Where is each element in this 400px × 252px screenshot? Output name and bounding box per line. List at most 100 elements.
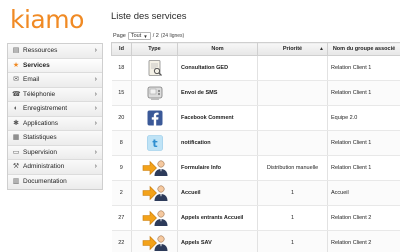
- cell-priority: 1: [257, 230, 328, 252]
- id-card-icon: ▤: [12, 47, 20, 54]
- cell-type: [131, 230, 178, 252]
- chevron-right-icon: ›: [94, 90, 97, 98]
- table-row[interactable]: 2 Accueil 1 Accueil: [111, 180, 400, 206]
- sidebar-item-documentation[interactable]: ▥ Documentation: [8, 174, 102, 189]
- cell-id: 15: [111, 80, 132, 106]
- sidebar-item-supervision[interactable]: ▭ Supervision ›: [8, 145, 102, 160]
- table-row[interactable]: 9 Formulaire Info Distribution manuelle Rel…: [111, 155, 400, 181]
- cell-priority: [257, 80, 328, 106]
- column-header-id[interactable]: Id: [111, 42, 132, 56]
- column-header-group[interactable]: Nom du groupe associé: [327, 42, 400, 56]
- cell-id: 8: [111, 130, 132, 156]
- cell-name[interactable]: Accueil: [177, 180, 258, 206]
- table-row[interactable]: 22 Appels SAV 1 Relation Client 2: [111, 230, 400, 252]
- document-icon: [146, 60, 164, 76]
- cell-group: Relation Client 1: [327, 130, 400, 156]
- cell-name[interactable]: Formulaire Info: [177, 155, 258, 181]
- cell-name[interactable]: notification: [177, 130, 258, 156]
- facebook-icon: [146, 110, 164, 126]
- svg-text:t: t: [152, 137, 157, 150]
- page-select-value: Tout: [130, 33, 142, 39]
- table-row[interactable]: 20 Facebook Comment Equipe 2.0: [111, 105, 400, 131]
- column-header-name[interactable]: Nom: [177, 42, 258, 56]
- tools-icon: ⚒: [12, 163, 20, 170]
- cell-type: t: [131, 130, 178, 156]
- cell-type: [131, 80, 178, 106]
- cell-id: 22: [111, 230, 132, 252]
- star-icon: ★: [12, 61, 20, 69]
- sidebar-nav: ▤ Ressources › ★ Services ✉ Email › ☎ Téléphonie ›…: [7, 43, 103, 190]
- chevron-right-icon: ›: [94, 105, 97, 112]
- chevron-right-icon: ›: [94, 119, 97, 127]
- pager: Page Tout ▼ / 2 (24 lignes): [113, 31, 184, 41]
- envelope-icon: ✉: [13, 76, 19, 83]
- monitor-icon: ▭: [12, 148, 20, 156]
- cell-priority: 1: [257, 180, 328, 206]
- cell-id: 20: [111, 105, 132, 131]
- chevron-right-icon: ›: [94, 76, 97, 83]
- page-total: / 2: [152, 33, 159, 39]
- sidebar-item-label: Enregistrement: [23, 105, 68, 112]
- cell-priority: [257, 55, 328, 81]
- sort-ascending-icon: ▲: [319, 46, 324, 52]
- table-row[interactable]: 27 Appels entrants Accueil 1 Relation Clien…: [111, 205, 400, 231]
- services-table: Id Type Nom Priorité ▲ Nom du groupe ass…: [111, 42, 400, 252]
- table-row[interactable]: 18 Consultation GED Relation Client 1: [111, 55, 400, 81]
- page-select[interactable]: Tout ▼: [127, 32, 151, 40]
- chevron-right-icon: ›: [94, 148, 97, 156]
- cell-name[interactable]: Facebook Comment: [177, 105, 258, 131]
- sidebar-item-label: Documentation: [23, 177, 67, 185]
- column-header-priority-label: Priorité: [282, 46, 303, 52]
- cell-name[interactable]: Envoi de SMS: [177, 80, 258, 106]
- gear-icon: ✱: [13, 119, 19, 127]
- cell-name[interactable]: Appels entrants Accueil: [177, 205, 258, 231]
- cell-type: [131, 205, 178, 231]
- headset-icon: ◐: [13, 105, 19, 112]
- sidebar-item-administration[interactable]: ⚒ Administration ›: [8, 160, 102, 175]
- sidebar-item-applications[interactable]: ✱ Applications ›: [8, 116, 102, 131]
- sidebar-item-label: Téléphonie: [23, 90, 56, 98]
- chart-icon: ▦: [12, 134, 20, 141]
- sidebar-item-statistiques[interactable]: ▦ Statistiques: [8, 131, 102, 146]
- cell-name[interactable]: Consultation GED: [177, 55, 258, 81]
- cell-priority: 1: [257, 205, 328, 231]
- sidebar-item-label: Applications: [23, 119, 59, 127]
- cell-type: [131, 180, 178, 206]
- kiamo-logo[interactable]: kiamo: [10, 5, 84, 35]
- incoming-agent-icon: [142, 185, 168, 201]
- cell-group: Accueil: [327, 180, 400, 206]
- sidebar-item-enregistrement[interactable]: ◐ Enregistrement ›: [8, 102, 102, 117]
- sidebar-item-label: Email: [23, 76, 40, 83]
- incoming-agent-icon: [142, 210, 168, 226]
- cell-type: [131, 55, 178, 81]
- sidebar-item-email[interactable]: ✉ Email ›: [8, 73, 102, 88]
- cell-type: [131, 155, 178, 181]
- cell-id: 18: [111, 55, 132, 81]
- cell-group: Relation Client 2: [327, 205, 400, 231]
- sidebar-item-label: Statistiques: [23, 134, 57, 141]
- sidebar-item-ressources[interactable]: ▤ Ressources ›: [8, 44, 102, 59]
- sidebar-item-telephonie[interactable]: ☎ Téléphonie ›: [8, 87, 102, 102]
- sidebar-item-services[interactable]: ★ Services: [8, 58, 102, 73]
- cell-group: Relation Client 1: [327, 55, 400, 81]
- cell-type: [131, 105, 178, 131]
- incoming-agent-icon: [142, 235, 168, 251]
- sms-phone-icon: [146, 86, 164, 100]
- column-header-type[interactable]: Type: [131, 42, 178, 56]
- sidebar-item-label: Supervision: [23, 148, 57, 156]
- chevron-right-icon: ›: [94, 47, 97, 54]
- book-icon: ▥: [12, 177, 20, 185]
- cell-id: 9: [111, 155, 132, 181]
- chevron-right-icon: ›: [94, 163, 97, 170]
- sidebar-item-label: Ressources: [23, 47, 58, 54]
- cell-group: Relation Client 2: [327, 230, 400, 252]
- cell-name[interactable]: Appels SAV: [177, 230, 258, 252]
- column-header-priority[interactable]: Priorité ▲: [257, 42, 328, 56]
- table-row[interactable]: 8 t notification Relation Client 1: [111, 130, 400, 156]
- sidebar-item-label: Administration: [23, 163, 65, 170]
- twitter-icon: t: [146, 135, 164, 151]
- phone-icon: ☎: [12, 90, 21, 98]
- table-row[interactable]: 15 Envoi de SMS Relation Client 1: [111, 80, 400, 106]
- cell-id: 27: [111, 205, 132, 231]
- cell-group: Equipe 2.0: [327, 105, 400, 131]
